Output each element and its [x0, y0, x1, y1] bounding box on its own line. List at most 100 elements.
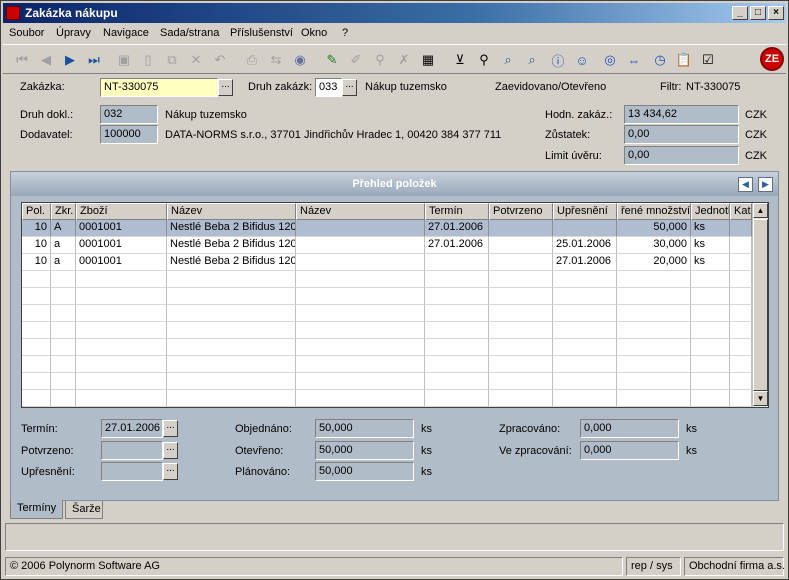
delete-icon[interactable]: ✕: [187, 51, 205, 69]
table-cell[interactable]: [691, 322, 730, 339]
menu-navigace[interactable]: Navigace: [103, 27, 149, 39]
table-cell[interactable]: [553, 356, 617, 373]
table-cell[interactable]: a: [51, 237, 76, 254]
table-cell[interactable]: Nestlé Beba 2 Bifidus 1200: [167, 237, 296, 254]
table-cell[interactable]: [425, 271, 489, 288]
table-cell[interactable]: [691, 305, 730, 322]
table-cell[interactable]: [76, 271, 167, 288]
table-cell[interactable]: [691, 288, 730, 305]
search-icon[interactable]: ⌕: [499, 51, 517, 69]
nav-both-icon[interactable]: ⇔: [625, 51, 643, 69]
save-icon[interactable]: ▣: [115, 51, 133, 69]
menu-sada-strana[interactable]: Sada/strana: [160, 27, 219, 39]
table-cell[interactable]: [425, 373, 489, 390]
zoom-icon[interactable]: ⌕: [523, 51, 541, 69]
table-cell[interactable]: [617, 356, 691, 373]
table-cell[interactable]: 10: [22, 254, 51, 271]
clipboard-icon[interactable]: 📋: [675, 51, 693, 69]
termin-lookup-button[interactable]: ...: [163, 420, 178, 437]
table-cell[interactable]: [167, 356, 296, 373]
menu-help[interactable]: ?: [342, 27, 348, 39]
table-cell[interactable]: [730, 322, 752, 339]
col-pol[interactable]: Pol.: [22, 203, 51, 220]
table-cell[interactable]: [22, 390, 51, 407]
table-cell[interactable]: 27.01.2006: [425, 237, 489, 254]
table-cell[interactable]: [51, 322, 76, 339]
table-cell[interactable]: [51, 373, 76, 390]
table-cell[interactable]: ks: [691, 237, 730, 254]
table-cell[interactable]: [51, 390, 76, 407]
col-zkr[interactable]: Zkr.: [51, 203, 76, 220]
table-cell[interactable]: 0001001: [76, 237, 167, 254]
col-potvrzeno[interactable]: Potvrzeno: [489, 203, 553, 220]
table-cell[interactable]: [617, 288, 691, 305]
table-cell[interactable]: [730, 220, 752, 237]
table-cell[interactable]: [167, 339, 296, 356]
table-cell[interactable]: [296, 254, 425, 271]
table-cell[interactable]: [691, 271, 730, 288]
globe-icon[interactable]: ◎: [601, 51, 619, 69]
tab-terminy[interactable]: Termíny: [10, 500, 63, 519]
table-cell[interactable]: [76, 390, 167, 407]
table-cell[interactable]: [76, 339, 167, 356]
upresneni-lookup-button[interactable]: ...: [163, 463, 178, 480]
table-row[interactable]: 10 a 0001001 Nestlé Beba 2 Bifidus 1200 27.0…: [22, 237, 752, 254]
table-cell[interactable]: a: [51, 254, 76, 271]
table-cell[interactable]: [296, 373, 425, 390]
panel-prev-button[interactable]: ◀: [738, 177, 753, 192]
table-cell[interactable]: [553, 271, 617, 288]
menu-soubor[interactable]: Soubor: [9, 27, 44, 39]
table-cell[interactable]: [489, 254, 553, 271]
table-cell[interactable]: [489, 271, 553, 288]
maximize-button[interactable]: □: [750, 6, 766, 20]
table-cell[interactable]: 0001001: [76, 254, 167, 271]
table-cell[interactable]: [617, 339, 691, 356]
table-cell[interactable]: [489, 322, 553, 339]
copy-icon[interactable]: ⧉: [163, 51, 181, 69]
col-mnozstvi[interactable]: řené množství: [617, 203, 691, 220]
new-icon[interactable]: ▯: [139, 51, 157, 69]
empty-table-row[interactable]: [22, 322, 752, 339]
table-cell[interactable]: [691, 390, 730, 407]
table-cell[interactable]: [51, 271, 76, 288]
col-nazev[interactable]: Název: [167, 203, 296, 220]
table-cell[interactable]: [425, 322, 489, 339]
table-cell[interactable]: [296, 220, 425, 237]
table-cell[interactable]: [167, 390, 296, 407]
search-list-icon[interactable]: ⚲: [475, 51, 493, 69]
col-kat[interactable]: Kat.: [730, 203, 752, 220]
table-cell[interactable]: [167, 322, 296, 339]
print-icon[interactable]: ⎙: [243, 51, 261, 69]
refresh-icon[interactable]: ◉: [291, 51, 309, 69]
table-cell[interactable]: [167, 305, 296, 322]
table-cell[interactable]: [730, 390, 752, 407]
table-cell[interactable]: A: [51, 220, 76, 237]
table-cell[interactable]: [553, 220, 617, 237]
table-cell[interactable]: [296, 271, 425, 288]
pen-icon[interactable]: ✐: [347, 51, 365, 69]
col-jednotka[interactable]: Jednotk: [691, 203, 730, 220]
zakazka-input[interactable]: NT-330075: [100, 78, 218, 97]
table-cell[interactable]: 20,000: [617, 254, 691, 271]
menu-prislusenstvi[interactable]: Příslušenství: [230, 27, 293, 39]
scroll-up-icon[interactable]: ▲: [753, 203, 768, 218]
table-cell[interactable]: ks: [691, 220, 730, 237]
table-cell[interactable]: [730, 373, 752, 390]
empty-table-row[interactable]: [22, 339, 752, 356]
table-cell[interactable]: [51, 305, 76, 322]
table-cell[interactable]: [22, 271, 51, 288]
table-cell[interactable]: [51, 356, 76, 373]
zakazka-lookup-button[interactable]: ...: [218, 79, 233, 96]
table-cell[interactable]: [51, 288, 76, 305]
col-zbozi[interactable]: Zboží: [76, 203, 167, 220]
table-cell[interactable]: [167, 288, 296, 305]
table-cell[interactable]: [296, 288, 425, 305]
tab-sarze[interactable]: Šarže: [65, 501, 103, 519]
table-cell[interactable]: [730, 288, 752, 305]
table-cell[interactable]: [553, 373, 617, 390]
table-cell[interactable]: [76, 322, 167, 339]
table-cell[interactable]: [167, 271, 296, 288]
empty-table-row[interactable]: [22, 305, 752, 322]
upresneni-field[interactable]: [101, 462, 163, 481]
table-cell[interactable]: [553, 322, 617, 339]
